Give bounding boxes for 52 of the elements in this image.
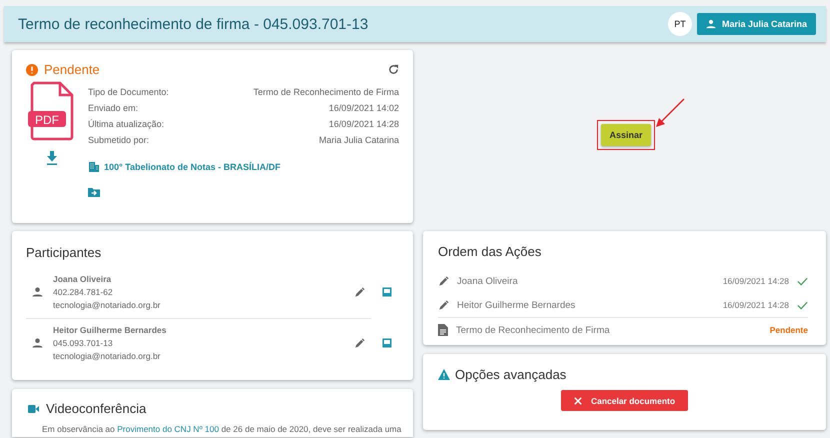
participant-name: Heitor Guilherme Bernardes	[53, 325, 168, 335]
section-title: Participantes	[26, 245, 102, 260]
field-label: Tipo de Documento:	[88, 87, 169, 97]
action-name: Joana Oliveira	[457, 276, 519, 286]
action-name: Termo de Reconhecimento de Firma	[456, 324, 611, 336]
regulation-link[interactable]: Provimento do CNJ Nº 100	[117, 424, 219, 434]
document-icon	[438, 324, 448, 336]
inbox-icon[interactable]	[381, 286, 393, 298]
status-label: Pendente	[44, 62, 100, 77]
participant-email: tecnologia@notariado.org.br	[53, 300, 162, 310]
pen-icon	[438, 276, 449, 286]
inbox-icon[interactable]	[381, 337, 393, 349]
field-value: Maria Julia Catarina	[318, 135, 399, 145]
refresh-icon[interactable]	[388, 64, 399, 75]
building-icon	[88, 161, 100, 173]
action-time: 16/09/2021 14:28	[722, 300, 789, 310]
page-title: Termo de reconhecimento de firma - 045.093.701-13	[18, 16, 368, 32]
field-value: Termo de Reconhecimento de Firma	[253, 87, 399, 97]
folder-arrow-icon[interactable]	[88, 187, 100, 197]
pdf-file-icon: PDF	[28, 81, 76, 141]
pen-icon[interactable]	[354, 338, 365, 348]
sign-button[interactable]: Assinar	[601, 124, 651, 146]
user-button[interactable]: Maria Julia Catarina	[696, 13, 816, 35]
office-link[interactable]: 100° Tabelionato de Notas - BRASÍLIA/DF	[104, 162, 280, 172]
pen-icon	[438, 300, 449, 310]
field-label: Última atualização:	[88, 119, 164, 129]
action-status: Pendente	[770, 325, 808, 335]
action-time: 16/09/2021 14:28	[722, 276, 789, 286]
section-title: Ordem das Ações	[438, 244, 542, 259]
alert-icon	[26, 64, 38, 76]
field-label: Enviado em:	[88, 103, 138, 113]
download-icon[interactable]	[46, 151, 58, 165]
participant-document: 045.093.701-13	[53, 338, 114, 348]
participant-document: 402.284.781-62	[53, 287, 114, 297]
warning-icon	[438, 369, 450, 380]
person-icon	[32, 338, 43, 348]
participant-name: Joana Oliveira	[53, 274, 112, 284]
close-icon	[574, 396, 582, 404]
field-label: Submetido por:	[88, 135, 150, 145]
participant-email: tecnologia@notariado.org.br	[53, 351, 162, 361]
action-name: Heitor Guilherme Bernardes	[457, 300, 576, 310]
cancel-document-button[interactable]: Cancelar documento	[560, 390, 688, 411]
section-title: Videoconferência	[46, 401, 146, 416]
video-notice: Em observância ao Provimento do CNJ Nº 100 de 26 de maio de 2020, deve ser realizada uma	[42, 424, 399, 434]
video-camera-icon	[28, 404, 39, 412]
section-title: Opções avançadas	[455, 367, 566, 382]
field-value: 16/09/2021 14:28	[328, 119, 399, 129]
person-icon	[706, 19, 716, 29]
person-icon	[32, 287, 43, 297]
pen-icon[interactable]	[354, 286, 365, 298]
language-selector[interactable]: PT	[668, 12, 692, 36]
field-value: 16/09/2021 14:02	[328, 103, 399, 113]
